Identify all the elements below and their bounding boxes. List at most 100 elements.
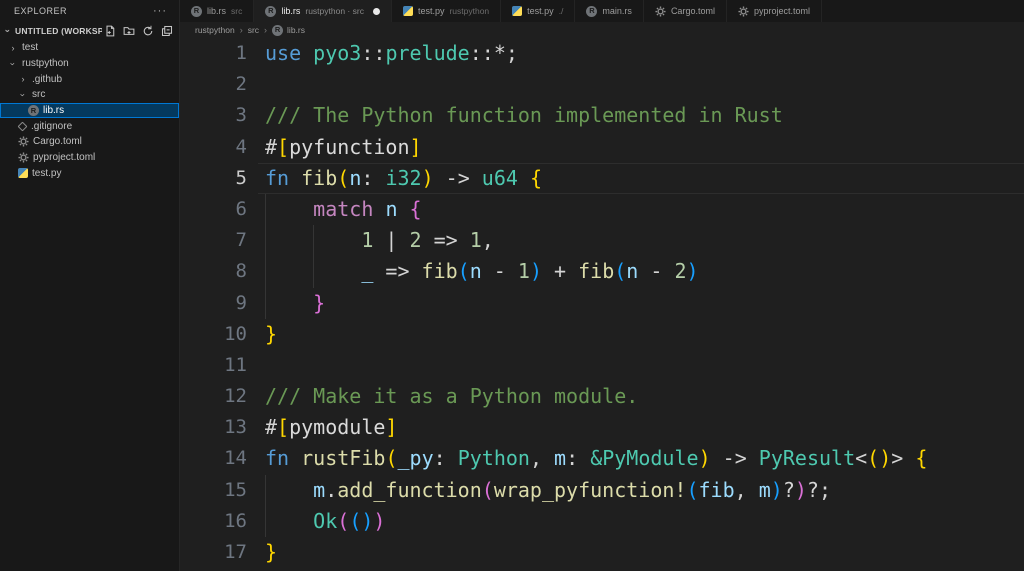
chevron-right-icon: › xyxy=(11,42,15,53)
line-number: 16 xyxy=(224,509,247,532)
line-number: 10 xyxy=(224,322,247,345)
explorer-header: EXPLORER ··· xyxy=(0,0,179,22)
new-file-icon[interactable] xyxy=(104,25,116,37)
code-text: m.add_function(wrap_pyfunction!(fib, m)?… xyxy=(313,477,832,502)
refresh-icon[interactable] xyxy=(142,25,154,37)
explorer-title: EXPLORER xyxy=(14,6,68,16)
rust-file-icon: R xyxy=(191,5,202,17)
line-number: 15 xyxy=(224,478,247,501)
tab-test-py[interactable]: test.py rustpython xyxy=(391,0,502,22)
tab-label: Cargo.toml xyxy=(670,6,715,16)
code-line-4[interactable]: 4 #[pyfunction] xyxy=(180,132,1024,163)
gear-file-icon xyxy=(655,5,666,17)
breadcrumb-item-lib-rs[interactable]: Rlib.rs xyxy=(272,24,305,36)
workspace-section-header[interactable]: › UNTITLED (WORKSPA... xyxy=(0,22,179,40)
rust-file-icon: R xyxy=(586,5,598,17)
tab-pyproject-toml[interactable]: pyproject.toml xyxy=(726,0,822,22)
code-line-5[interactable]: 5 fn fib(n: i32) -> u64 { xyxy=(180,162,1024,194)
tree-item-label: Cargo.toml xyxy=(33,136,82,148)
tree-item-test-py[interactable]: test.py xyxy=(0,166,179,182)
tree-item-label: pyproject.toml xyxy=(33,152,96,164)
tab-Cargo-toml[interactable]: Cargo.toml xyxy=(643,0,727,22)
code-text: } xyxy=(313,290,326,315)
tab-bar: Rlib.rs src Rlib.rs rustpython · src test.py… xyxy=(180,0,1024,22)
tab-test-py[interactable]: test.py ./ xyxy=(501,0,576,22)
code-line-17[interactable]: 17} xyxy=(180,537,1024,568)
line-number: 7 xyxy=(235,229,247,252)
new-folder-icon[interactable] xyxy=(123,25,135,37)
code-line-2[interactable]: 2 xyxy=(180,69,1024,100)
tree-item-rustpython[interactable]: › rustpython xyxy=(0,56,179,72)
tab-description: rustpython xyxy=(449,6,490,16)
code-editor[interactable]: 1 use pyo3::prelude::*;23 /// The Python f… xyxy=(180,38,1024,569)
workspace-label: UNTITLED (WORKSPA... xyxy=(15,26,102,36)
breadcrumb: rustpython › src › Rlib.rs xyxy=(180,22,1024,38)
chevron-down-icon: › xyxy=(18,93,28,97)
code-line-16[interactable]: 16 Ok(()) xyxy=(180,505,1024,537)
explorer-sidebar: EXPLORER ··· › UNTITLED (WORKSPA... › tes… xyxy=(0,0,180,571)
collapse-all-icon[interactable] xyxy=(161,25,173,37)
code-line-12[interactable]: 12 /// Make it as a Python module. xyxy=(180,381,1024,412)
rust-file-icon: R xyxy=(272,24,284,36)
tree-item-label: test.py xyxy=(32,167,62,179)
tree-item-src[interactable]: › src xyxy=(0,87,179,103)
code-line-9[interactable]: 9 } xyxy=(180,287,1024,319)
tree-item-label: src xyxy=(32,89,46,101)
tab-lib-rs[interactable]: Rlib.rs rustpython · src xyxy=(254,0,392,22)
tree-item-Cargo-toml[interactable]: Cargo.toml xyxy=(0,134,179,150)
tab-label: lib.rs xyxy=(281,6,301,16)
code-text: fn rustFib(_py: Python, m: &PyModule) ->… xyxy=(265,446,928,471)
tree-item-lib-rs[interactable]: Rlib.rs xyxy=(0,102,179,119)
file-tree: › test › rustpython › .github › src Rlib.rs .giti… xyxy=(0,40,179,181)
breadcrumb-label: rustpython xyxy=(195,25,235,35)
python-file-icon xyxy=(18,168,28,179)
unsaved-dot-icon[interactable] xyxy=(372,7,380,15)
code-line-3[interactable]: 3 /// The Python function implemented in … xyxy=(180,100,1024,131)
code-text: #[pyfunction] xyxy=(265,134,422,159)
code-line-7[interactable]: 7 1 | 2 => 1, xyxy=(180,225,1024,257)
line-number: 14 xyxy=(224,447,247,470)
code-line-11[interactable]: 11 xyxy=(180,350,1024,381)
code-text: match n { xyxy=(313,196,422,221)
tab-label: pyproject.toml xyxy=(753,6,810,16)
indent-guide xyxy=(313,256,315,288)
python-file-icon xyxy=(512,6,523,16)
breadcrumb-item-rustpython[interactable]: rustpython xyxy=(195,25,235,35)
tree-item-test[interactable]: › test xyxy=(0,40,179,56)
code-line-14[interactable]: 14 fn rustFib(_py: Python, m: &PyModule) … xyxy=(180,443,1024,474)
gear-file-icon xyxy=(738,5,749,17)
code-line-1[interactable]: 1 use pyo3::prelude::*; xyxy=(180,38,1024,69)
tree-item-gitignore[interactable]: .gitignore xyxy=(0,118,179,134)
indent-guide xyxy=(265,505,266,537)
code-line-8[interactable]: 8 _ => fib(n - 1) + fib(n - 2) xyxy=(180,256,1024,288)
line-number: 11 xyxy=(224,353,247,376)
tab-description: ./ xyxy=(558,6,564,16)
indent-guide xyxy=(265,287,266,319)
tab-lib-rs[interactable]: Rlib.rs src xyxy=(180,0,255,22)
chevron-right-icon: › xyxy=(21,74,25,85)
indent-guide xyxy=(265,256,266,288)
tree-item-label: .github xyxy=(32,73,63,85)
tab-label: lib.rs xyxy=(207,6,227,16)
code-text: fn fib(n: i32) -> u64 { xyxy=(265,165,543,190)
tree-item-label: rustpython xyxy=(22,58,69,70)
more-actions-icon[interactable]: ··· xyxy=(153,5,167,17)
gear-file-icon xyxy=(18,152,29,163)
indent-guide xyxy=(265,225,266,257)
code-line-10[interactable]: 10} xyxy=(180,319,1024,350)
tree-item-github[interactable]: › .github xyxy=(0,71,179,87)
line-number: 1 xyxy=(235,42,247,64)
code-line-13[interactable]: 13 #[pymodule] xyxy=(180,412,1024,443)
breadcrumb-item-src[interactable]: src xyxy=(248,25,259,35)
code-line-15[interactable]: 15 m.add_function(wrap_pyfunction!(fib, … xyxy=(180,474,1024,506)
gear-file-icon xyxy=(18,136,29,148)
code-line-6[interactable]: 6 match n { xyxy=(180,193,1024,226)
line-number: 2 xyxy=(235,73,247,96)
code-text: _ => fib(n - 1) + fib(n - 2) xyxy=(361,259,699,284)
code-text: /// The Python function implemented in R… xyxy=(265,103,783,128)
tree-item-pyproject-toml[interactable]: pyproject.toml xyxy=(0,150,179,166)
tree-item-label: .gitignore xyxy=(31,120,73,132)
tab-main-rs[interactable]: Rmain.rs xyxy=(575,0,644,22)
workspace-actions xyxy=(104,25,173,37)
code-text: /// Make it as a Python module. xyxy=(265,384,639,409)
